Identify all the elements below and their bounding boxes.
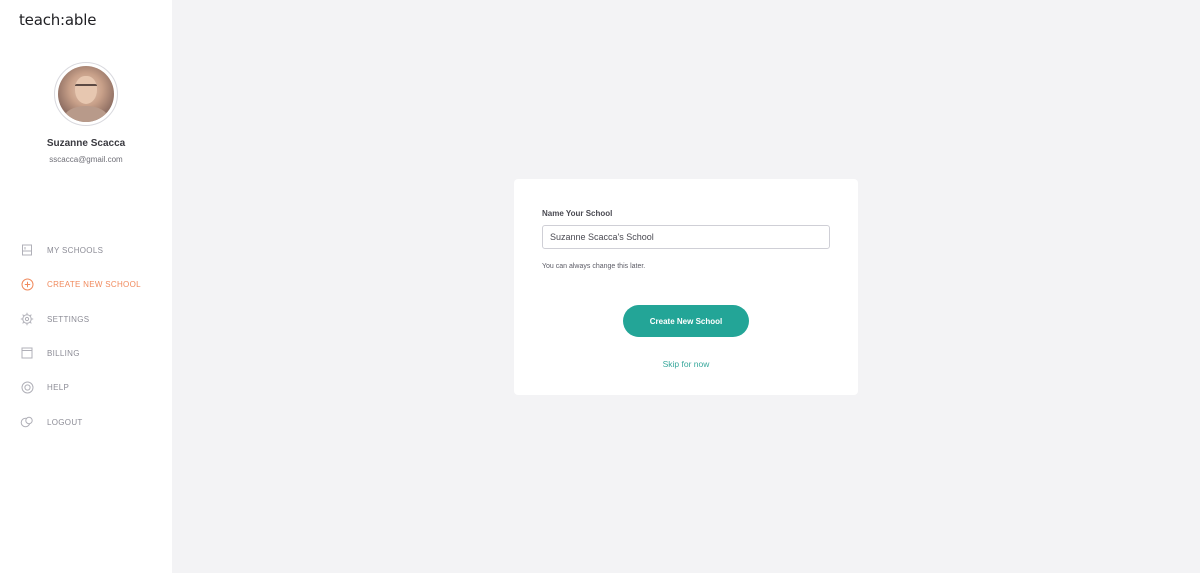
create-new-school-button[interactable]: Create New School: [623, 305, 749, 337]
avatar-photo: [58, 66, 114, 122]
logout-icon: [20, 415, 34, 429]
sidebar-item-logout[interactable]: LOGOUT: [20, 412, 160, 432]
sidebar-item-help[interactable]: HELP: [20, 377, 160, 397]
name-school-card: Name Your School You can always change t…: [514, 179, 858, 395]
sidebar-item-label: MY SCHOOLS: [47, 245, 104, 255]
sidebar-item-create-new-school[interactable]: CREATE NEW SCHOOL: [20, 274, 160, 294]
sidebar-item-label: SETTINGS: [47, 314, 90, 324]
help-icon: [20, 380, 34, 394]
skip-for-now-link[interactable]: Skip for now: [514, 359, 858, 369]
sidebar-item-my-schools[interactable]: MY SCHOOLS: [20, 240, 160, 260]
avatar[interactable]: [54, 62, 118, 126]
school-name-label: Name Your School: [542, 209, 613, 218]
teachable-logo[interactable]: teach:able: [19, 11, 96, 29]
sidebar-item-label: LOGOUT: [47, 417, 83, 427]
sidebar: teach:able Suzanne Scacca sscacca@gmail.…: [0, 0, 172, 573]
school-name-input[interactable]: [542, 225, 830, 249]
billing-icon: [20, 346, 34, 360]
sidebar-item-label: CREATE NEW SCHOOL: [47, 279, 141, 289]
school-name-hint: You can always change this later.: [542, 263, 646, 270]
sidebar-item-label: HELP: [47, 382, 70, 392]
plus-circle-icon: [20, 277, 34, 291]
sidebar-item-billing[interactable]: BILLING: [20, 343, 160, 363]
schools-icon: [20, 243, 34, 257]
sidebar-item-settings[interactable]: SETTINGS: [20, 309, 160, 329]
user-name: Suzanne Scacca: [46, 138, 126, 149]
gear-icon: [20, 312, 34, 326]
sidebar-item-label: BILLING: [47, 348, 80, 358]
user-email: sscacca@gmail.com: [49, 155, 123, 164]
